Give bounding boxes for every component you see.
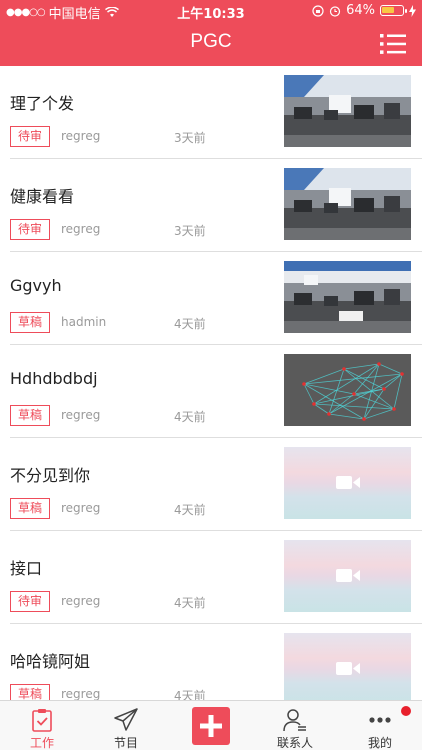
battery-percent: 64% — [346, 3, 375, 18]
item-time: 4天前 — [174, 410, 206, 424]
status-badge: 草稿 — [10, 684, 51, 700]
status-right: 64% — [312, 3, 416, 18]
charging-bolt-icon — [409, 4, 416, 17]
notification-dot — [401, 706, 411, 716]
item-author: regreg — [61, 129, 101, 143]
more-dots-icon — [369, 717, 391, 723]
page-title: PGC — [190, 31, 232, 52]
list-item[interactable]: 理了个发 待审 regreg 3天前 — [10, 66, 422, 159]
status-badge: 草稿 — [10, 405, 51, 426]
item-title: 哈哈镜阿姐 — [10, 652, 91, 671]
item-thumbnail — [284, 261, 411, 333]
thumbnail-image — [284, 261, 411, 333]
list-item[interactable]: 哈哈镜阿姐 草稿 regreg 4天前 — [10, 624, 422, 700]
add-button[interactable] — [192, 707, 230, 745]
list-item[interactable]: 不分见到你 草稿 regreg 4天前 — [10, 438, 422, 531]
item-author: regreg — [61, 594, 101, 608]
status-badge: 待审 — [10, 219, 51, 240]
item-time: 3天前 — [174, 224, 206, 238]
list-menu-button[interactable] — [378, 30, 408, 58]
status-badge: 草稿 — [10, 498, 51, 519]
thumbnail-image — [284, 447, 411, 519]
item-time: 4天前 — [174, 503, 206, 517]
orientation-lock-icon — [312, 4, 324, 17]
item-author: regreg — [61, 408, 101, 422]
item-title: 不分见到你 — [10, 466, 91, 485]
list-menu-icon — [380, 34, 406, 54]
tab-bar: 工作 节目 联系人 我的 — [0, 700, 422, 750]
status-badge: 待审 — [10, 126, 51, 147]
thumbnail-image — [284, 633, 411, 700]
status-badge: 待审 — [10, 591, 51, 612]
tab-contacts[interactable]: 联系人 — [253, 701, 337, 750]
thumbnail-image — [284, 75, 411, 147]
item-title: 理了个发 — [10, 94, 75, 113]
battery-level — [382, 7, 394, 13]
thumbnail-image — [284, 168, 411, 240]
item-time: 4天前 — [174, 596, 206, 610]
item-thumbnail — [284, 447, 411, 519]
item-thumbnail — [284, 540, 411, 612]
battery-icon — [380, 5, 407, 16]
item-author: regreg — [61, 222, 101, 236]
item-author: regreg — [61, 501, 101, 515]
item-thumbnail — [284, 633, 411, 700]
add-icon — [200, 715, 222, 737]
nav-bar: PGC — [0, 22, 422, 66]
list-item[interactable]: Hdhdbdbdj 草稿 regreg 4天前 — [10, 345, 422, 438]
item-title: 接口 — [10, 559, 43, 578]
thumbnail-image — [284, 540, 411, 612]
alarm-icon — [329, 5, 341, 17]
clipboard-check-icon — [32, 709, 52, 732]
list-item[interactable]: 健康看看 待审 regreg 3天前 — [10, 159, 422, 252]
item-title: Hdhdbdbdj — [10, 369, 98, 388]
item-thumbnail — [284, 354, 411, 426]
tab-programs[interactable]: 节目 — [84, 701, 168, 750]
thumbnail-image — [284, 354, 411, 426]
status-bar: ●●●○○ 中国电信 上午10:33 64% — [0, 0, 422, 22]
item-author: regreg — [61, 687, 101, 700]
item-title: Ggvyh — [10, 276, 62, 295]
tab-work-label: 工作 — [29, 736, 54, 750]
tab-work[interactable]: 工作 — [0, 701, 84, 750]
item-thumbnail — [284, 168, 411, 240]
content-list: 理了个发 待审 regreg 3天前 健康看看 待审 regreg 3天前 Gg… — [0, 66, 422, 700]
item-time: 3天前 — [174, 131, 206, 145]
item-title: 健康看看 — [10, 187, 75, 206]
tab-programs-label: 节目 — [113, 736, 138, 750]
list-item[interactable]: 接口 待审 regreg 4天前 — [10, 531, 422, 624]
item-author: hadmin — [61, 315, 107, 329]
contact-icon — [283, 709, 306, 732]
item-thumbnail — [284, 75, 411, 147]
tab-mine-label: 我的 — [367, 736, 392, 750]
item-time: 4天前 — [174, 317, 206, 331]
tab-contacts-label: 联系人 — [276, 736, 313, 750]
paper-plane-icon — [114, 708, 138, 731]
list-item[interactable]: Ggvyh 草稿 hadmin 4天前 — [10, 252, 422, 345]
item-time: 4天前 — [174, 689, 206, 700]
status-badge: 草稿 — [10, 312, 51, 333]
